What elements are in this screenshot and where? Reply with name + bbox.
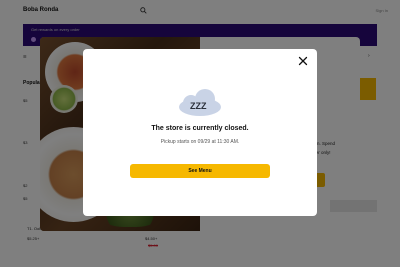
sleeping-cloud-icon: ZZZ — [179, 89, 221, 116]
see-menu-button[interactable]: See Menu — [130, 164, 270, 178]
close-icon[interactable] — [297, 55, 309, 67]
modal-title: The store is currently closed. — [151, 125, 249, 132]
modal-subtitle: Pickup starts on 09/29 at 11:30 AM. — [160, 139, 240, 145]
zzz-text: ZZZ — [190, 101, 207, 111]
store-closed-modal: ZZZ The store is currently closed. Picku… — [83, 49, 317, 216]
